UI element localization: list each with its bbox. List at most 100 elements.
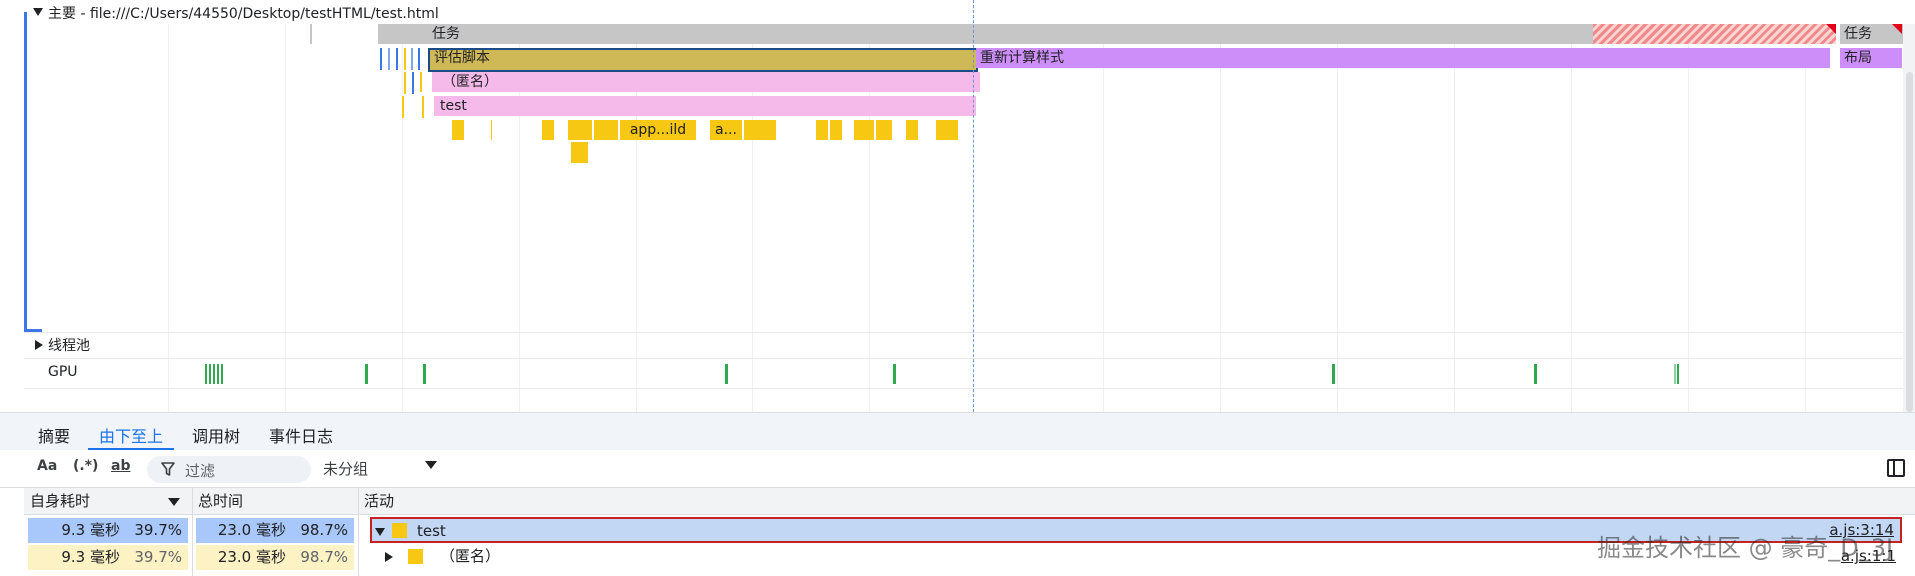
gpu-event[interactable] (1677, 364, 1679, 384)
gpu-event[interactable] (725, 364, 728, 384)
recalc-style-label: 重新计算样式 (980, 50, 1064, 66)
expand-row-icon[interactable] (385, 552, 393, 562)
grid-line (1805, 24, 1806, 412)
script-sliver[interactable] (420, 72, 422, 92)
function-call-bar[interactable] (571, 142, 588, 163)
function-call-bar[interactable] (452, 120, 464, 140)
test-function-bar[interactable]: test (434, 96, 976, 116)
sort-desc-icon (168, 498, 180, 506)
evaluate-script-bar[interactable]: 评估脚本 (428, 48, 978, 72)
main-track-accent (24, 12, 27, 330)
whole-word-button[interactable]: ab (111, 458, 130, 474)
script-sliver[interactable] (388, 48, 390, 70)
grid-line (1103, 24, 1104, 412)
gpu-event[interactable] (1534, 364, 1537, 384)
grid-line (1571, 24, 1572, 412)
gpu-event[interactable] (221, 364, 223, 384)
task-sliver[interactable] (310, 24, 312, 44)
script-sliver[interactable] (380, 48, 382, 70)
header-self-time-label: 自身耗时 (30, 492, 91, 510)
function-call-bar[interactable] (830, 120, 842, 140)
match-case-button[interactable]: Aa (37, 458, 57, 474)
recalc-style-bar[interactable]: 重新计算样式 (976, 48, 1830, 68)
tab-summary[interactable]: 摘要 (38, 423, 70, 447)
toggle-sidebar-icon[interactable] (1887, 459, 1905, 477)
grouping-select[interactable]: 未分组 (323, 458, 368, 479)
flame-scrollbar[interactable] (1903, 24, 1915, 412)
total-time-percent: 98.7% (300, 521, 348, 539)
script-sliver[interactable] (404, 48, 406, 70)
function-call-bar[interactable] (816, 120, 828, 140)
task-warning-icon (1892, 24, 1902, 34)
grid-line (1220, 24, 1221, 412)
header-self-time[interactable]: 自身耗时 (24, 488, 192, 515)
gpu-event[interactable] (205, 364, 207, 384)
function-call-bar[interactable] (594, 120, 618, 140)
long-task-hatch[interactable] (1593, 24, 1836, 44)
flame-chart[interactable]: 主要 - file:///C:/Users/44550/Desktop/test… (0, 0, 1915, 412)
grid-line (168, 24, 169, 412)
grid-line (1337, 24, 1338, 412)
track-divider (24, 358, 1915, 359)
function-call-bar[interactable] (568, 120, 592, 140)
function-call-bar[interactable] (906, 120, 918, 140)
gpu-event[interactable] (217, 364, 219, 384)
function-call-bar[interactable] (744, 120, 776, 140)
function-call-a[interactable]: a... (710, 120, 742, 140)
function-call-bar[interactable] (876, 120, 892, 140)
layout-bar[interactable]: 布局 (1840, 48, 1902, 68)
watermark: 掘金技术社区 @ 豪奇_D_3J (1597, 534, 1894, 562)
anonymous-label: （匿名） (442, 74, 498, 90)
collapse-row-icon[interactable] (375, 528, 385, 536)
filter-box[interactable] (147, 456, 311, 483)
regex-button[interactable]: (.*) (73, 458, 98, 474)
tab-bottom-up[interactable]: 由下至上 (99, 423, 163, 447)
gpu-event[interactable] (209, 364, 211, 384)
function-call-bar[interactable] (854, 120, 874, 140)
function-call-bar[interactable] (936, 120, 958, 140)
tab-event-log[interactable]: 事件日志 (269, 423, 333, 447)
main-track-title: 主要 - file:///C:/Users/44550/Desktop/test… (48, 6, 439, 22)
evaluate-script-label: 评估脚本 (434, 50, 490, 66)
function-call-bar[interactable] (542, 120, 554, 140)
grid-line (285, 24, 286, 412)
function-call-build-label: app...ild (629, 122, 687, 138)
layout-label: 布局 (1844, 50, 1872, 66)
function-call-build[interactable]: app...ild (620, 120, 696, 140)
expand-thread-pool-icon[interactable] (35, 340, 43, 350)
script-sliver[interactable] (422, 96, 424, 118)
tab-call-tree[interactable]: 调用树 (192, 423, 240, 447)
script-sliver[interactable] (411, 48, 413, 70)
script-sliver[interactable] (412, 72, 414, 94)
function-call-sliver[interactable] (491, 120, 492, 140)
filter-toolbar: Aa (.*) ab 未分组 (0, 450, 1915, 488)
gpu-event[interactable] (893, 364, 896, 384)
header-total-time-label: 总时间 (198, 492, 244, 510)
flame-scrollbar-thumb[interactable] (1906, 72, 1913, 412)
gpu-event[interactable] (423, 364, 426, 384)
script-sliver[interactable] (402, 96, 404, 118)
self-time-value: 9.3 毫秒 (61, 548, 120, 566)
gpu-event[interactable] (1332, 364, 1335, 384)
expand-main-track-icon[interactable] (33, 8, 43, 16)
task-bar[interactable]: 任务 (378, 24, 1598, 44)
anonymous-bar[interactable]: （匿名） (432, 72, 980, 92)
total-time-percent: 98.7% (300, 548, 348, 566)
gpu-event[interactable] (1674, 364, 1676, 384)
task-label-right: 任务 (1844, 26, 1872, 42)
script-sliver[interactable] (396, 48, 398, 70)
header-total-time[interactable]: 总时间 (192, 488, 358, 515)
filter-input[interactable] (183, 460, 307, 481)
thread-pool-label: 线程池 (48, 338, 90, 354)
gpu-event[interactable] (365, 364, 368, 384)
header-activity[interactable]: 活动 (358, 488, 1915, 515)
header-activity-label: 活动 (364, 492, 395, 510)
script-sliver[interactable] (418, 48, 420, 70)
grid-line (1454, 24, 1455, 412)
self-time-percent: 39.7% (134, 548, 182, 566)
total-time-cell: 23.0 毫秒 98.7% (196, 545, 354, 570)
gpu-event[interactable] (213, 364, 215, 384)
track-divider (24, 388, 1915, 389)
chevron-down-icon[interactable] (425, 461, 437, 469)
script-sliver[interactable] (404, 72, 406, 94)
